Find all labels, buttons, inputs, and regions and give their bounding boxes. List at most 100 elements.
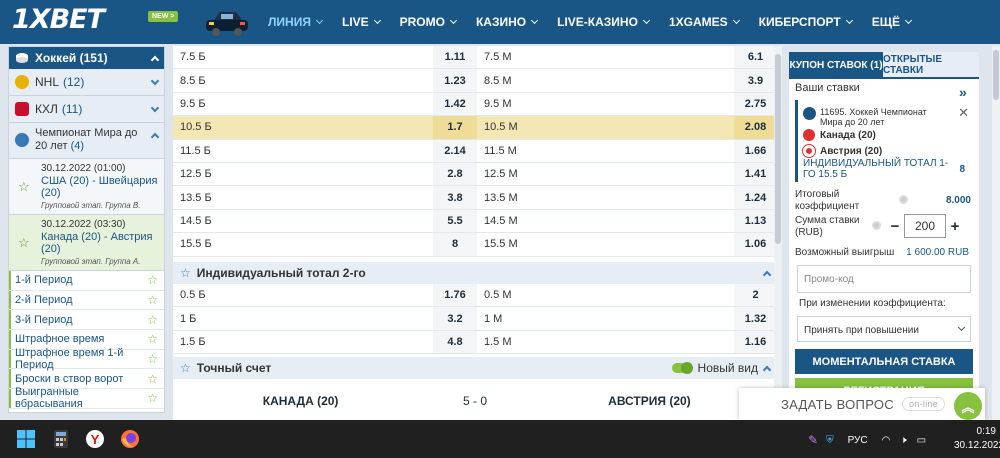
odds-cell[interactable]: 1.13	[734, 209, 777, 233]
tab-bet-slip[interactable]: КУПОН СТАВОК (1)	[789, 52, 883, 79]
yandex-browser-icon[interactable]: Y	[85, 429, 105, 449]
odds-cell[interactable]: 8	[433, 233, 477, 256]
odds-cell[interactable]: 1.16	[734, 330, 777, 354]
odds-cell[interactable]: 2.08	[734, 116, 777, 139]
star-icon[interactable]: ☆	[147, 273, 158, 287]
calculator-icon[interactable]	[51, 429, 71, 449]
odds-cell[interactable]: 4.8	[433, 330, 477, 354]
league-wjc[interactable]: Чемпионат Мира до 20 лет (4)	[9, 123, 164, 159]
league-khl[interactable]: КХЛ (11)	[9, 96, 164, 123]
sub-period-3[interactable]: 3-й Период ☆	[9, 310, 164, 331]
star-icon[interactable]: ☆	[147, 332, 158, 346]
odds-cell[interactable]: 2.75	[734, 92, 777, 116]
chevron-up-icon[interactable]	[762, 365, 772, 374]
markets-panel: 7.5 Б 1.11 7.5 М 6.1 8.5 Б 1.23 8.5 М 3.9 9.5 …	[173, 46, 781, 420]
chevron-down-icon	[904, 16, 913, 25]
page-scrollbar[interactable]	[992, 46, 1000, 420]
match-usa-switzerland[interactable]: ☆ 30.12.2022 (01:00) США (20) - Швейцари…	[9, 159, 164, 215]
odds-cell[interactable]: 1.41	[734, 163, 777, 186]
star-icon[interactable]: ☆	[147, 313, 158, 327]
system-clock[interactable]: 0:19 30.12.2022	[954, 425, 1000, 453]
star-icon[interactable]: ☆	[147, 372, 158, 386]
odds-cell[interactable]: 1.23	[433, 69, 477, 92]
new-badge[interactable]: NEW >	[148, 11, 179, 22]
chevron-down-icon	[531, 16, 539, 25]
star-icon[interactable]: ☆	[180, 266, 191, 280]
odds-cell[interactable]: 2	[734, 284, 777, 307]
star-icon[interactable]: ☆	[147, 293, 158, 307]
new-view-toggle[interactable]	[671, 362, 693, 374]
odds-cell[interactable]: 1.7	[433, 116, 477, 139]
market-header-exact-score[interactable]: ☆ Точный счет Новый вид	[173, 357, 777, 379]
nav-liniya[interactable]: ЛИНИЯ	[258, 0, 332, 44]
match-canada-austria[interactable]: ☆ 30.12.2022 (03:30) Канада (20) - Австр…	[9, 215, 164, 271]
stake-input[interactable]: 200	[904, 214, 946, 238]
odds-cell[interactable]: 3.8	[433, 186, 477, 209]
odds-cell[interactable]: 1.06	[734, 233, 777, 256]
wifi-icon[interactable]: ◠	[882, 435, 891, 446]
star-icon[interactable]: ☆	[147, 391, 158, 405]
odds-cell[interactable]: 5.5	[433, 209, 477, 233]
odds-cell[interactable]: 2.14	[433, 139, 477, 162]
league-nhl[interactable]: NHL (12)	[9, 69, 164, 96]
market-header-individual-total-2[interactable]: ☆ Индивидуальный тотал 2-го	[173, 262, 777, 284]
sport-hockey[interactable]: Хоккей (151)	[9, 47, 164, 69]
battery-icon[interactable]: ▭	[917, 435, 926, 446]
star-icon[interactable]: ☆	[180, 361, 191, 375]
nav-1xgames[interactable]: 1XGAMES	[659, 0, 749, 44]
odds-cell[interactable]: 1.24	[734, 186, 777, 209]
odds-row: 13.5 Б 3.8 13.5 М 1.24	[173, 186, 777, 210]
star-icon[interactable]: ☆	[147, 352, 158, 366]
firefox-icon[interactable]	[120, 429, 140, 449]
chevron-up-icon[interactable]	[762, 270, 772, 279]
odds-cell[interactable]: 1.11	[433, 46, 477, 69]
system-tray: ✎ ⛨ РУС ◠ 🕨 ▭	[808, 432, 926, 448]
star-icon[interactable]: ☆	[18, 180, 30, 193]
nav-more[interactable]: ЕЩЁ	[862, 0, 921, 44]
double-chevron-right-icon[interactable]: »	[959, 84, 967, 100]
double-chevron-up-icon[interactable]: ︽	[954, 392, 982, 420]
hockey-puck-icon	[803, 107, 816, 120]
odds-cell[interactable]: 3.9	[734, 69, 777, 92]
feather-icon[interactable]: ✎	[808, 433, 818, 447]
stake-minus-button[interactable]: −	[886, 215, 904, 237]
tab-open-bets[interactable]: ОТКРЫТЫЕ СТАВКИ	[883, 52, 979, 79]
scrollbar-thumb[interactable]	[775, 54, 781, 244]
windows-start-icon[interactable]	[16, 429, 36, 449]
sub-period-2[interactable]: 2-й Период ☆	[9, 290, 164, 311]
nav-promo[interactable]: PROMO	[390, 0, 466, 44]
odds-cell[interactable]: 2.8	[433, 163, 477, 186]
gear-icon[interactable]	[899, 195, 908, 204]
car-promo-icon[interactable]	[204, 6, 250, 38]
speaker-icon[interactable]: 🕨	[900, 435, 906, 446]
price-change-select[interactable]: Принять при повышении	[797, 316, 971, 342]
odds-cell[interactable]: 1.66	[734, 139, 777, 162]
sub-faceoffs-won[interactable]: Выигранные вбрасывания ☆	[9, 386, 164, 410]
scrollbar-thumb[interactable]	[993, 50, 999, 100]
odds-cell[interactable]: 1.76	[433, 284, 477, 307]
odds-row: 9.5 Б 1.42 9.5 М 2.75	[173, 92, 777, 117]
sub-penalty-time-p1[interactable]: Штрафное время 1-й Период ☆	[9, 347, 164, 371]
odds-cell[interactable]: 1.42	[433, 92, 477, 116]
odds-row: 12.5 Б 2.8 12.5 М 1.41	[173, 163, 777, 187]
promo-code-input[interactable]: Промо-код	[797, 265, 971, 293]
sub-period-1[interactable]: 1-й Период ☆	[9, 271, 164, 291]
star-icon[interactable]: ☆	[18, 236, 30, 249]
brand-logo[interactable]: 1XBET	[12, 4, 105, 35]
odds-cell[interactable]: 6.1	[734, 46, 777, 69]
nav-casino[interactable]: КАЗИНО	[466, 0, 547, 44]
language-indicator[interactable]: РУС	[848, 435, 868, 446]
gear-icon[interactable]	[872, 221, 881, 230]
close-icon[interactable]: ✕	[958, 105, 969, 121]
markets-scrollbar[interactable]	[774, 46, 782, 420]
nav-esports[interactable]: КИБЕРСПОРТ	[749, 0, 862, 44]
nav-live[interactable]: LIVE	[332, 0, 390, 44]
stake-plus-button[interactable]: +	[946, 215, 964, 237]
score-value[interactable]: 5 - 0	[428, 394, 522, 408]
ask-question-widget[interactable]: ЗАДАТЬ ВОПРОС on-line	[739, 388, 985, 420]
nav-live-casino[interactable]: LIVE-КАЗИНО	[547, 0, 659, 44]
instant-bet-button[interactable]: МОМЕНТАЛЬНАЯ СТАВКА	[795, 349, 973, 374]
odds-cell[interactable]: 3.2	[433, 307, 477, 330]
shield-icon[interactable]: ⛨	[826, 435, 834, 446]
odds-cell[interactable]: 1.32	[734, 307, 777, 330]
